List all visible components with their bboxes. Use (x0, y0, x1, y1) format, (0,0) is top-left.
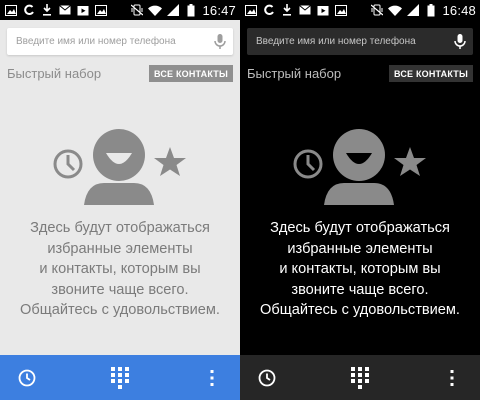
overflow-menu-icon[interactable] (198, 364, 226, 392)
status-time: 16:47 (202, 2, 236, 18)
mic-icon[interactable] (213, 33, 227, 51)
battery-icon (184, 3, 198, 16)
mail-icon (58, 4, 72, 16)
empty-state-line: звоните чаще всего. (51, 281, 189, 298)
image-notification-icon (4, 4, 18, 16)
all-contacts-button[interactable]: ВСЕ КОНТАКТЫ (148, 65, 233, 82)
mic-icon[interactable] (453, 33, 467, 51)
empty-state-line: Здесь будут отображаться (30, 220, 210, 236)
all-contacts-button[interactable]: ВСЕ КОНТАКТЫ (388, 65, 473, 82)
sync-icon (22, 4, 36, 16)
favorites-illustration (53, 129, 186, 205)
play-store-icon (76, 4, 90, 16)
bottom-action-bar (240, 355, 480, 400)
overflow-menu-icon[interactable] (438, 364, 466, 392)
speed-dial-label: Быстрый набор (7, 66, 102, 81)
speed-dial-label: Быстрый набор (247, 66, 342, 81)
image-notification-icon (244, 4, 258, 16)
mail-icon (298, 4, 312, 16)
sync-icon (262, 4, 276, 16)
image-notification-icon (334, 4, 348, 16)
dialpad-icon[interactable] (106, 364, 134, 392)
signal-icon (406, 4, 420, 16)
wifi-icon (388, 4, 403, 16)
empty-state-line: звоните чаще всего. (291, 281, 429, 298)
favorites-illustration (293, 129, 426, 205)
star-icon (154, 147, 186, 176)
clock-icon (53, 149, 83, 179)
empty-state-line: и контакты, которым вы (39, 261, 201, 277)
image-notification-icon (94, 4, 108, 16)
empty-state-line: и контакты, которым вы (279, 261, 441, 277)
play-store-icon (316, 4, 330, 16)
download-icon (280, 4, 294, 16)
bottom-action-bar (0, 355, 240, 400)
recent-calls-icon[interactable] (13, 364, 41, 392)
person-icon (84, 129, 154, 205)
wifi-icon (148, 4, 163, 16)
empty-state-line: избранные элементы (287, 240, 433, 257)
status-time: 16:48 (442, 2, 476, 18)
status-bar: 16:47 (0, 0, 240, 20)
clock-icon (293, 149, 323, 179)
signal-icon (166, 4, 180, 16)
search-input[interactable]: Введите имя или номер телефона (16, 36, 213, 47)
battery-icon (424, 3, 438, 16)
phone-screen-light: 16:47 Введите имя или номер телефона Быс… (0, 0, 240, 400)
empty-state-message: Здесь будут отображаться избранные элеме… (0, 218, 240, 321)
empty-state-message: Здесь будут отображаться избранные элеме… (240, 218, 480, 321)
vibrate-icon (130, 4, 144, 16)
person-icon (324, 129, 394, 205)
empty-state-line: Здесь будут отображаться (270, 220, 450, 236)
star-icon (394, 147, 426, 176)
empty-state-line: Общайтесь с удовольствием. (260, 302, 460, 318)
download-icon (40, 4, 54, 16)
recent-calls-icon[interactable] (253, 364, 281, 392)
vibrate-icon (370, 4, 384, 16)
dialpad-icon[interactable] (346, 364, 374, 392)
search-bar[interactable]: Введите имя или номер телефона (7, 28, 233, 55)
search-input[interactable]: Введите имя или номер телефона (256, 36, 453, 47)
phone-screen-dark: 16:48 Введите имя или номер телефона Быс… (240, 0, 480, 400)
search-bar[interactable]: Введите имя или номер телефона (247, 28, 473, 55)
empty-state-line: Общайтесь с удовольствием. (20, 302, 220, 318)
status-bar: 16:48 (240, 0, 480, 20)
empty-state-line: избранные элементы (47, 240, 193, 257)
